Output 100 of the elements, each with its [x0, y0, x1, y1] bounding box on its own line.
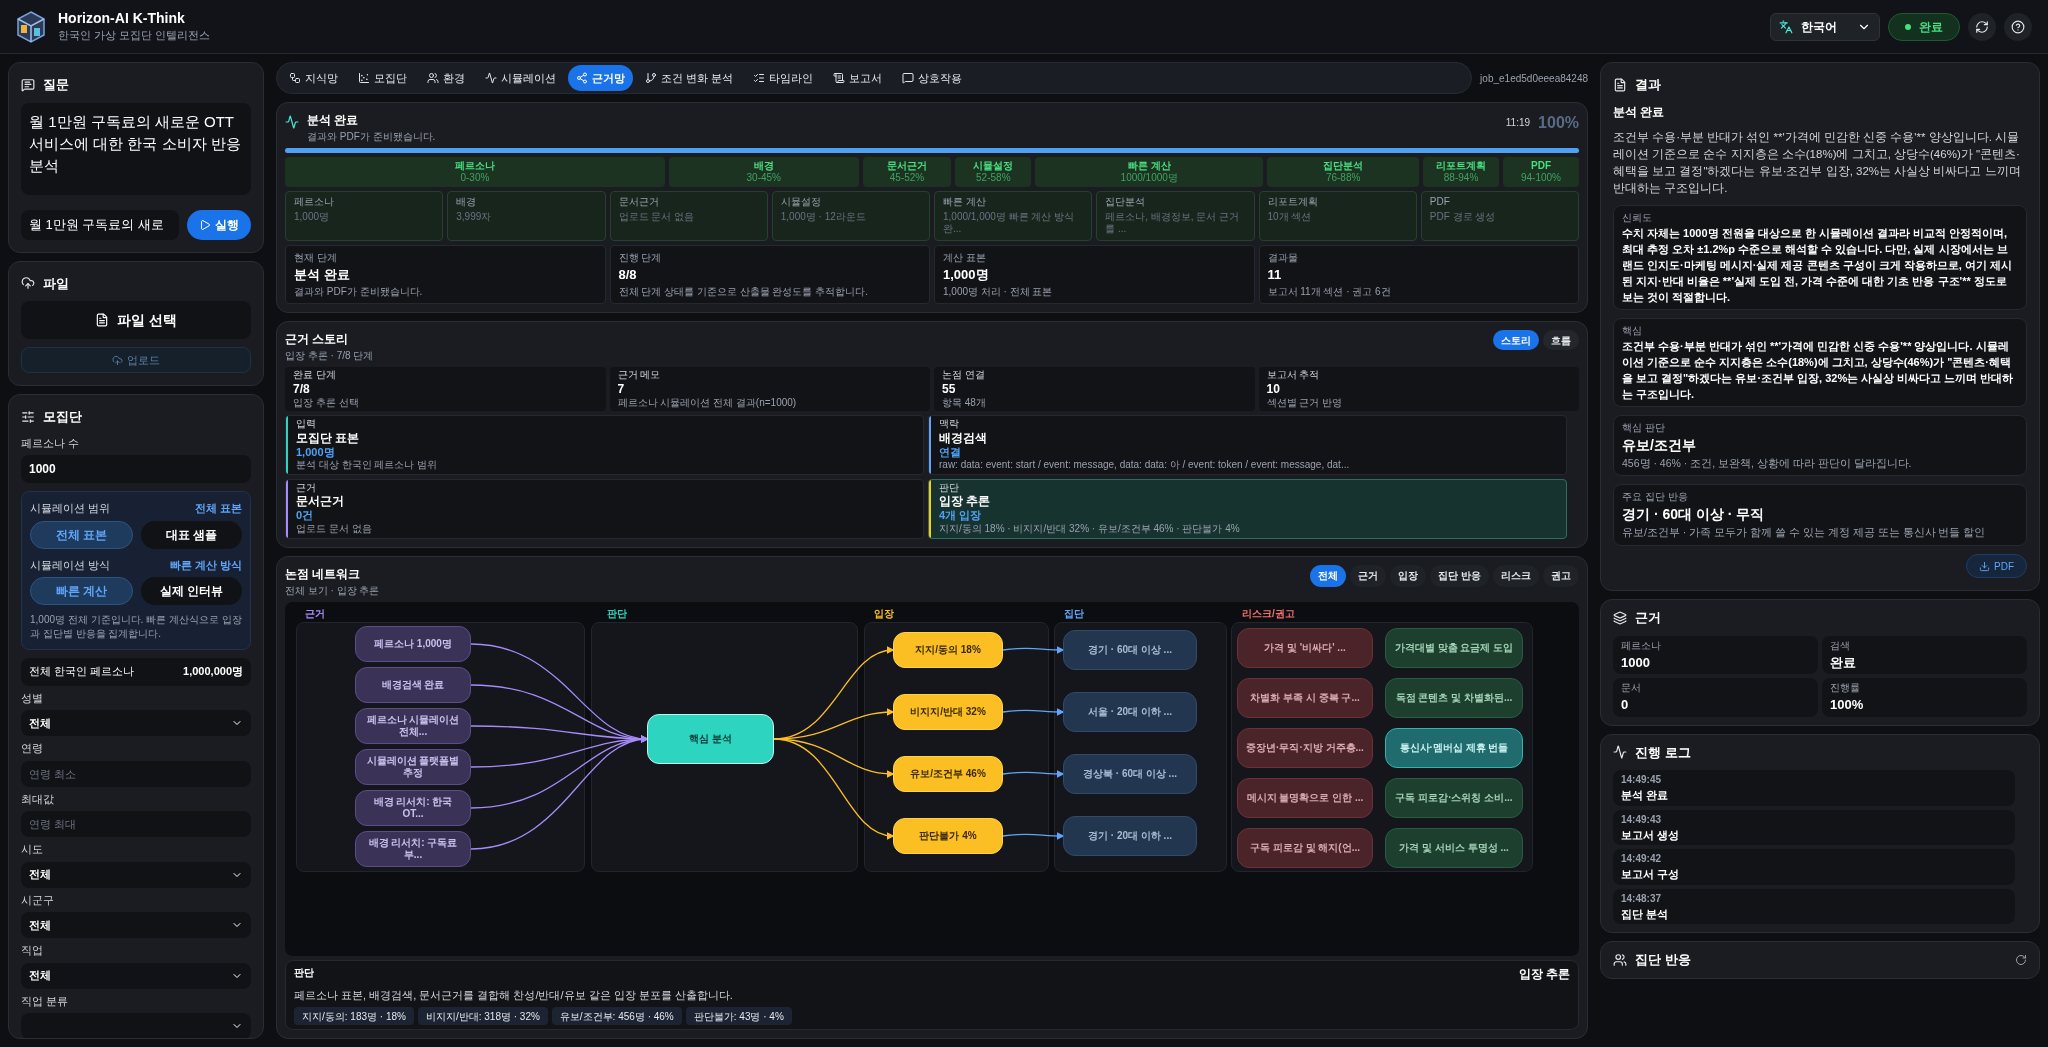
layers-icon — [1613, 610, 1627, 625]
risk-node[interactable]: 구독 피로감 및 해지(언... — [1237, 827, 1373, 868]
tab[interactable]: 보고서 — [825, 65, 891, 91]
filter-chip[interactable]: 리스크 — [1493, 564, 1539, 587]
block-label: 주요 집단 반응 — [1622, 490, 1689, 505]
persona-count-input[interactable]: 1000 — [21, 455, 251, 483]
tab[interactable]: 모집단 — [350, 65, 415, 91]
group-node[interactable]: 경상북 · 60대 이상 ... — [1063, 753, 1197, 794]
input-field[interactable]: 연령 최소 — [21, 760, 251, 787]
risk-node[interactable]: 메시지 불명확으로 인한 ... — [1237, 777, 1373, 818]
question-textarea[interactable]: 월 1만원 구독료의 새로운 OTT 서비스에 대한 한국 소비자 반응 분석 — [21, 102, 251, 195]
field-label: 직업 분류 — [21, 993, 70, 1009]
option-button[interactable]: 빠른 계산 — [30, 577, 133, 605]
evidence-node[interactable]: 배경 리서치: 한국 OT... — [355, 789, 471, 826]
activity-icon — [485, 72, 497, 84]
panel-title: 입장 추론 — [1518, 965, 1570, 983]
evidence-node[interactable]: 배경검색 완료 — [355, 666, 471, 703]
pdf-download-button[interactable]: PDF — [1966, 554, 2027, 578]
result-heading: 분석 완료 — [1613, 103, 1666, 121]
select-field[interactable]: 전체 — [21, 962, 251, 989]
filter-chip[interactable]: 집단 반응 — [1430, 564, 1489, 587]
block-label: 신뢰도 — [1622, 210, 1653, 225]
evidence-node[interactable]: 페르소나 1,000명 — [355, 625, 471, 662]
view-toggle[interactable]: 흐름 — [1543, 330, 1579, 350]
step-value: 1,000명 — [296, 445, 336, 460]
recommendation-node[interactable]: 독점 콘텐츠 및 차별화된... — [1385, 677, 1523, 718]
recommendation-node[interactable]: 가격대별 맞춤 요금제 도입 — [1385, 627, 1523, 668]
status-badge: 완료 — [1888, 12, 1960, 41]
setting-label: 시뮬레이션 범위 — [30, 501, 111, 516]
tab[interactable]: 타임라인 — [745, 65, 822, 91]
stance-node[interactable]: 판단불가 4% — [893, 817, 1003, 854]
refresh-button[interactable] — [1968, 12, 1996, 41]
filter-chip[interactable]: 전체 — [1310, 564, 1347, 587]
risk-node[interactable]: 차별화 부족 시 중복 구... — [1237, 677, 1373, 718]
step-description: 업로드 문서 없음 — [296, 523, 372, 536]
view-toggle[interactable]: 스토리 — [1493, 330, 1539, 350]
select-field[interactable]: 전체 — [21, 861, 251, 888]
stage-chip: PDF 94-100% — [1503, 157, 1579, 187]
checklist-icon — [753, 72, 766, 84]
stage-chip: 문서근거 45-52% — [862, 157, 952, 187]
recommendation-node[interactable]: 가격 및 서비스 투명성 ... — [1385, 827, 1523, 868]
field-label: 시군구 — [21, 892, 55, 908]
select-field[interactable]: 전체 — [21, 912, 251, 938]
evidence-stat: 진행률 100% — [1822, 678, 2027, 717]
option-button[interactable]: 전체 표본 — [30, 520, 133, 549]
group-node[interactable]: 서울 · 20대 이하 ... — [1063, 691, 1197, 732]
stance-node[interactable]: 유보/조건부 46% — [893, 755, 1003, 792]
summary-stat: 현재 단계 분석 완료 결과와 PDF가 준비됐습니다. — [285, 244, 606, 304]
story-step-card[interactable]: 맥락 배경검색 연결 raw: data: event: start / event: message, data: data: 아 / event: token / event: message, dat... — [928, 415, 1567, 475]
select-field[interactable] — [21, 1013, 251, 1038]
step-description: 지지/동의 18% · 비지지/반대 32% · 유보/조건부 46% · 판단불가 4% — [939, 523, 1240, 536]
cube-logo-icon — [16, 10, 46, 43]
filter-chip[interactable]: 근거 — [1350, 564, 1387, 587]
stance-node[interactable]: 비지지/반대 32% — [893, 693, 1003, 730]
block-title: 경기 · 60대 이상 · 무직 — [1622, 505, 1766, 525]
option-button[interactable]: 대표 샘플 — [141, 520, 242, 549]
language-select[interactable]: 한국어 — [1770, 12, 1880, 41]
group-node[interactable]: 경기 · 20대 이하 ... — [1063, 815, 1197, 856]
run-button[interactable]: 실행 — [187, 209, 251, 240]
section-title: 근거 스토리 — [285, 331, 350, 348]
stage-chip: 빠른 계산 1000/1000명 — [1035, 157, 1264, 187]
evidence-node[interactable]: 페르소나 시뮬레이션 전체... — [355, 707, 471, 744]
option-button[interactable]: 실제 인터뷰 — [141, 577, 242, 605]
tab[interactable]: 조건 변화 분석 — [637, 65, 742, 91]
core-analysis-node[interactable]: 핵심 분석 — [647, 713, 774, 764]
evidence-node[interactable]: 시뮬레이션 플랫폼별 추정 — [355, 748, 471, 785]
filter-chip[interactable]: 권고 — [1543, 564, 1579, 587]
evidence-node[interactable]: 배경 리서치: 구독료 부... — [355, 830, 471, 867]
input-field[interactable]: 연령 최대 — [21, 811, 251, 837]
recommendation-node[interactable]: 구독 피로감·스위칭 소비... — [1385, 777, 1523, 818]
block-label: 핵심 판단 — [1622, 420, 1666, 435]
story-stat: 보고서 추적 10 섹션별 근거 반영 — [1258, 367, 1579, 411]
select-field[interactable]: 전체 — [21, 710, 251, 736]
document-icon — [95, 313, 110, 327]
tab[interactable]: 시뮬레이션 — [477, 65, 564, 91]
progress-percent: 100% — [1538, 113, 1579, 133]
stance-node[interactable]: 지지/동의 18% — [893, 631, 1003, 668]
tab[interactable]: 환경 — [419, 65, 473, 91]
help-button[interactable] — [2004, 12, 2032, 41]
question-input[interactable]: 월 1만원 구독료의 새로 — [21, 209, 179, 240]
story-step-card[interactable]: 입력 모집단 표본 1,000명 분석 대상 한국인 페르소나 범위 — [285, 415, 924, 475]
section-subtitle: 전체 보기 · 입장 추론 — [285, 583, 380, 598]
download-icon — [1979, 560, 1990, 572]
group-node[interactable]: 경기 · 60대 이상 ... — [1063, 629, 1197, 670]
connector-line — [1002, 831, 1065, 840]
elapsed-time: 11:19 — [1505, 116, 1531, 130]
story-stat: 완료 단계 7/8 입장 추론 선택 — [285, 367, 606, 411]
risk-node[interactable]: 중장년·무직·지방 거주층... — [1237, 727, 1373, 768]
tab[interactable]: 상호작용 — [894, 65, 971, 91]
story-step-card[interactable]: 근거 문서근거 0건 업로드 문서 없음 — [285, 478, 924, 539]
tab[interactable]: 근거망 — [568, 65, 633, 91]
lane-title: 근거 — [305, 606, 325, 621]
refresh-icon[interactable] — [2015, 953, 2027, 966]
recommendation-node[interactable]: 통신사·멤버십 제휴 번들 — [1385, 727, 1523, 768]
story-step-card[interactable]: 판단 입장 추론 4개 입장 지지/동의 18% · 비지지/반대 32% · 유보/조건부 46% · 판단불가 4% — [928, 478, 1567, 539]
risk-node[interactable]: 가격 및 '비싸다' ... — [1237, 627, 1373, 668]
filter-chip[interactable]: 입장 — [1390, 564, 1427, 587]
stage-detail: 빠른 계산 1,000/1,000명 빠른 계산 방식 완... — [934, 191, 1093, 241]
tab[interactable]: 지식망 — [281, 65, 346, 91]
file-select-button[interactable]: 파일 선택 — [21, 301, 251, 339]
